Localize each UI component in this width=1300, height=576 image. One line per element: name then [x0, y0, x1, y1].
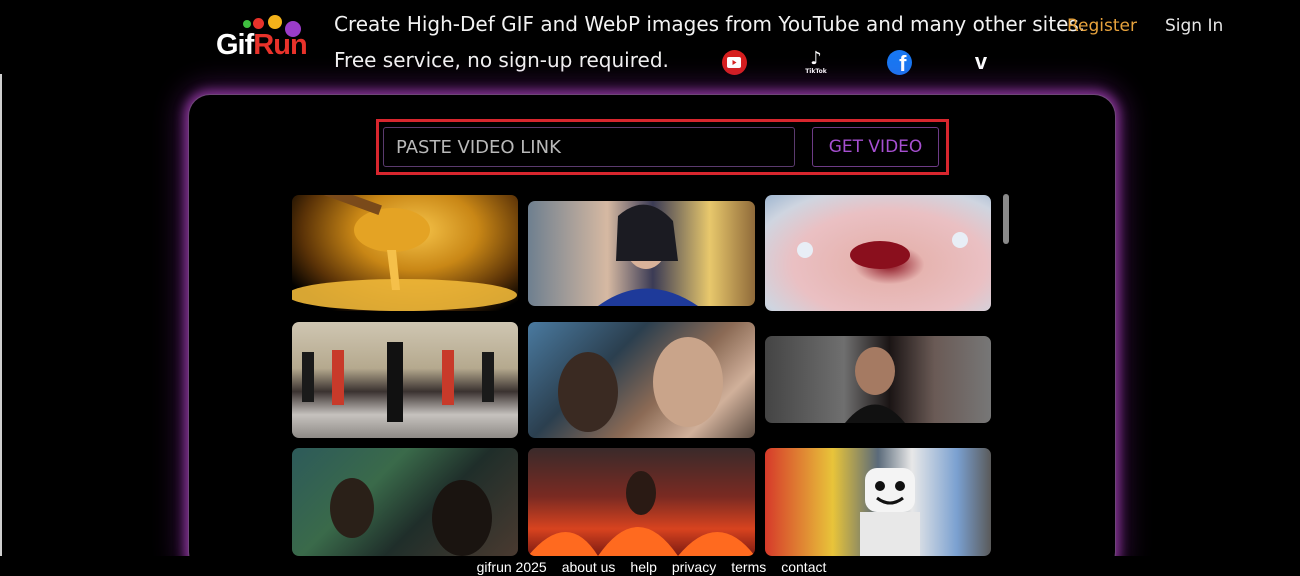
tiktok-link[interactable]: ♪ TikTok	[803, 48, 829, 76]
logo-dot-yellow	[268, 15, 282, 29]
tiktok-label: TikTok	[805, 67, 827, 75]
footer: gifrun 2025 about us help privacy terms …	[0, 556, 1300, 576]
logo-gif-text: Gif	[216, 29, 254, 61]
footer-link-terms[interactable]: terms	[731, 556, 766, 576]
thumbnail-art	[302, 342, 494, 422]
thumbnail-art	[558, 337, 723, 432]
video-link-input[interactable]	[383, 127, 795, 167]
gallery-thumbnail-woman[interactable]	[765, 336, 991, 423]
thumbnail-art	[330, 478, 492, 556]
youtube-link[interactable]	[721, 48, 747, 76]
gallery-thumbnail-honey[interactable]	[292, 195, 518, 311]
register-link[interactable]: Register	[1067, 16, 1137, 36]
gallery-thumbnail-dinner[interactable]	[292, 448, 518, 556]
footer-link-about[interactable]: about us	[562, 556, 616, 576]
gallery-thumbnail-lips[interactable]	[765, 195, 991, 311]
thumbnail-art	[292, 195, 517, 311]
facebook-glyph: f	[899, 51, 907, 75]
sign-in-link[interactable]: Sign In	[1165, 16, 1223, 36]
header-tagline: Create High-Def GIF and WebP images from…	[334, 12, 1086, 36]
footer-brand: gifrun 2025	[476, 559, 547, 575]
gallery-scrollbar[interactable]	[1003, 194, 1009, 244]
facebook-icon: f	[886, 49, 912, 75]
left-divider	[0, 74, 2, 576]
gallery-thumbnail-group[interactable]	[528, 322, 755, 438]
footer-link-contact[interactable]: contact	[781, 556, 826, 576]
logo-dot-red	[253, 18, 264, 29]
header-subline: Free service, no sign-up required.	[334, 48, 669, 72]
thumbnail-art	[845, 347, 905, 423]
gifrun-logo[interactable]: GifRun	[216, 14, 308, 64]
logo-dot-green	[243, 20, 251, 28]
logo-run-text: Run	[253, 29, 307, 61]
gallery-thumbnail-band[interactable]	[292, 322, 518, 438]
thumbnail-art	[528, 471, 755, 556]
thumbnail-art	[797, 232, 968, 269]
facebook-link[interactable]: f	[886, 48, 912, 76]
tiktok-icon: ♪	[810, 47, 822, 69]
get-video-button[interactable]: GET VIDEO	[812, 127, 939, 167]
footer-link-help[interactable]: help	[630, 556, 656, 576]
youtube-icon	[721, 49, 747, 75]
footer-link-privacy[interactable]: privacy	[672, 556, 716, 576]
thumbnail-art	[598, 204, 698, 306]
gallery-thumbnail-portrait[interactable]	[528, 201, 755, 306]
vimeo-icon: v	[974, 49, 988, 74]
vimeo-link[interactable]: v	[968, 48, 994, 76]
gallery-thumbnail-fire[interactable]	[528, 448, 755, 556]
thumbnail-art	[860, 468, 920, 556]
gallery-thumbnail-marshmello[interactable]	[765, 448, 991, 556]
logo-wordmark: GifRun	[216, 29, 308, 62]
